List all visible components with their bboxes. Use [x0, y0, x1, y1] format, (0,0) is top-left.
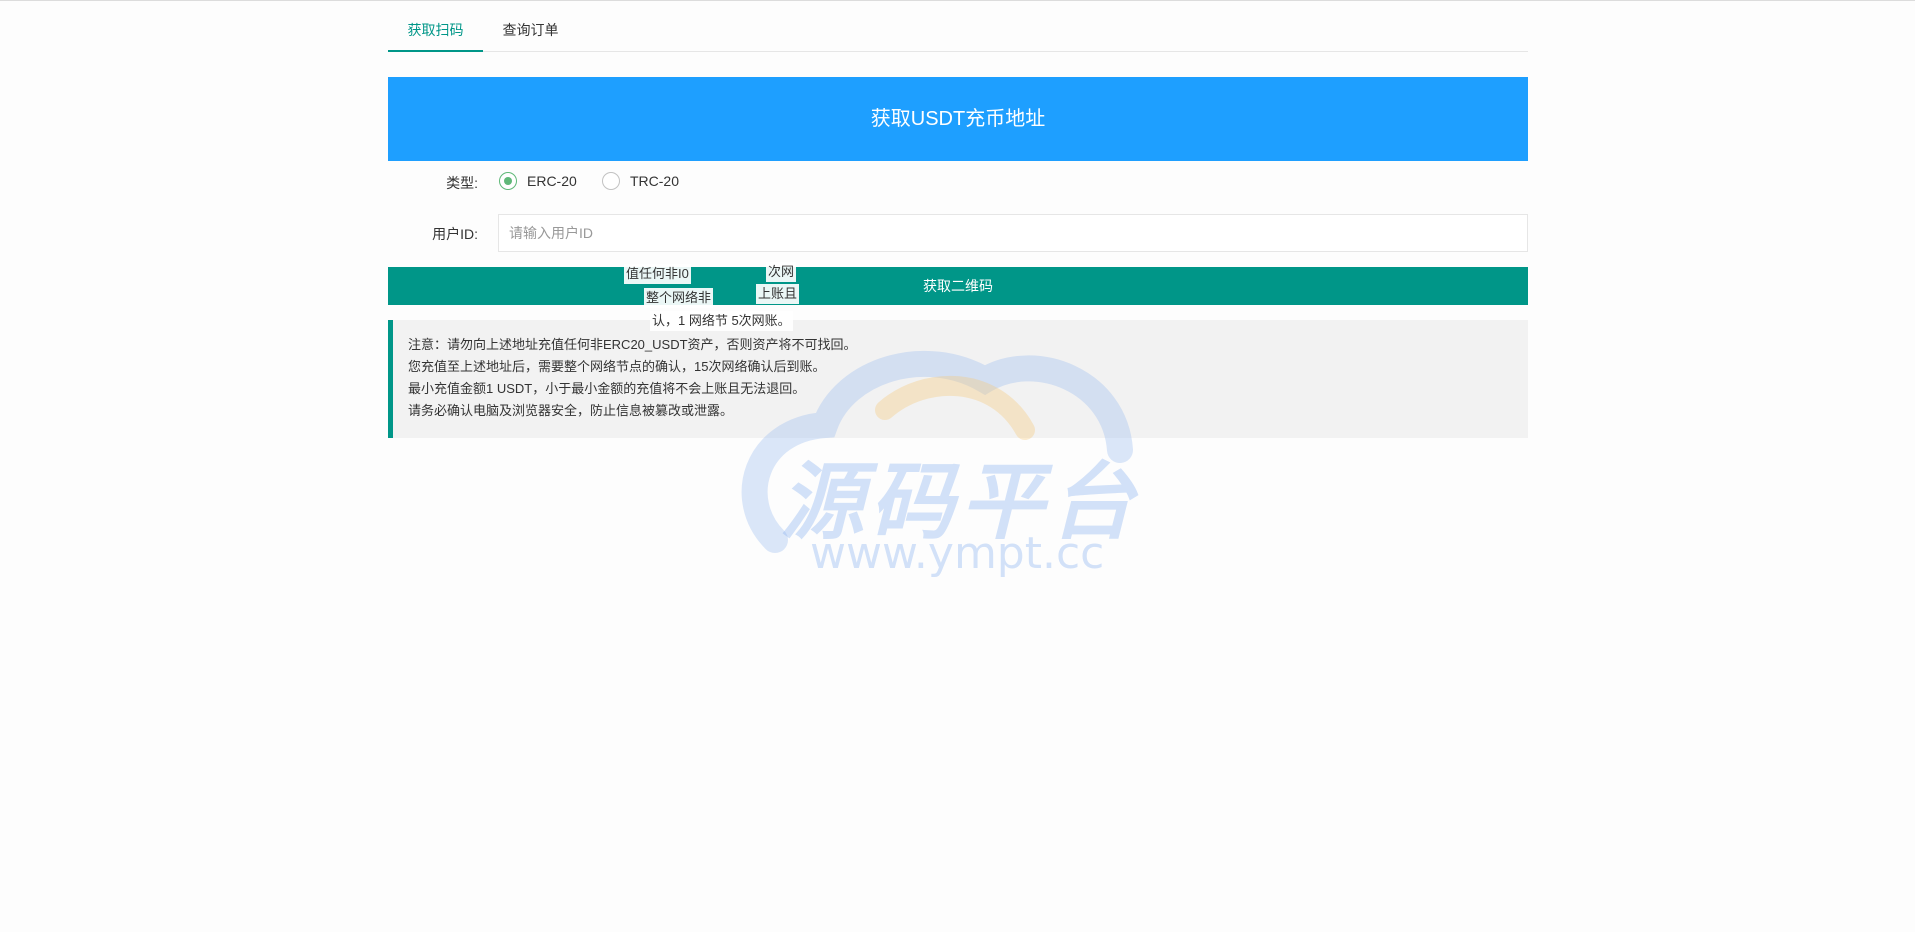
- watermark-url: www.ympt.cc: [810, 528, 1105, 579]
- tab-query-order[interactable]: 查询订单: [483, 0, 578, 51]
- main-container: 获取扫码 查询订单 获取USDT充币地址 类型: ERC-20 TRC-20 用…: [388, 0, 1528, 438]
- radio-trc20-label: TRC-20: [630, 173, 680, 189]
- type-label: 类型:: [446, 175, 478, 191]
- watermark-text: 源码平台: [780, 453, 1141, 551]
- radio-checked-icon: [499, 172, 517, 190]
- page-banner-title: 获取USDT充币地址: [388, 77, 1528, 161]
- ghost-text: 认，1 网络节 5次网账。: [650, 311, 793, 331]
- notice-box: 注意：请勿向上述地址充值任何非ERC20_USDT资产，否则资产将不可找回。 您…: [388, 320, 1528, 438]
- radio-erc20-label: ERC-20: [527, 173, 577, 189]
- notice-line: 您充值至上述地址后，需要整个网络节点的确认，15次网络确认后到账。: [408, 359, 826, 374]
- ghost-text: 值任何非I0: [624, 264, 691, 284]
- userid-input[interactable]: [498, 214, 1528, 252]
- radio-trc20[interactable]: TRC-20: [602, 170, 679, 192]
- tab-get-qrcode[interactable]: 获取扫码: [388, 0, 483, 52]
- userid-label: 用户ID:: [432, 226, 478, 242]
- radio-unchecked-icon: [602, 172, 620, 190]
- type-radio-group: 类型: ERC-20 TRC-20: [388, 170, 1528, 192]
- notice-line: 注意：请勿向上述地址充值任何非ERC20_USDT资产，否则资产将不可找回。: [408, 337, 857, 352]
- ghost-text: 次网: [766, 262, 797, 282]
- get-qrcode-button[interactable]: 获取二维码: [388, 267, 1528, 305]
- notice-line: 最小充值金额1 USDT，小于最小金额的充值将不会上账且无法退回。: [408, 381, 806, 396]
- userid-row: 用户ID:: [388, 214, 1528, 252]
- radio-erc20[interactable]: ERC-20: [499, 170, 577, 192]
- ghost-text: 整个网络非: [644, 288, 714, 308]
- notice-line: 请务必确认电脑及浏览器安全，防止信息被篡改或泄露。: [408, 403, 734, 418]
- tab-bar: 获取扫码 查询订单: [388, 0, 1528, 52]
- ghost-text: 上账且: [756, 284, 800, 304]
